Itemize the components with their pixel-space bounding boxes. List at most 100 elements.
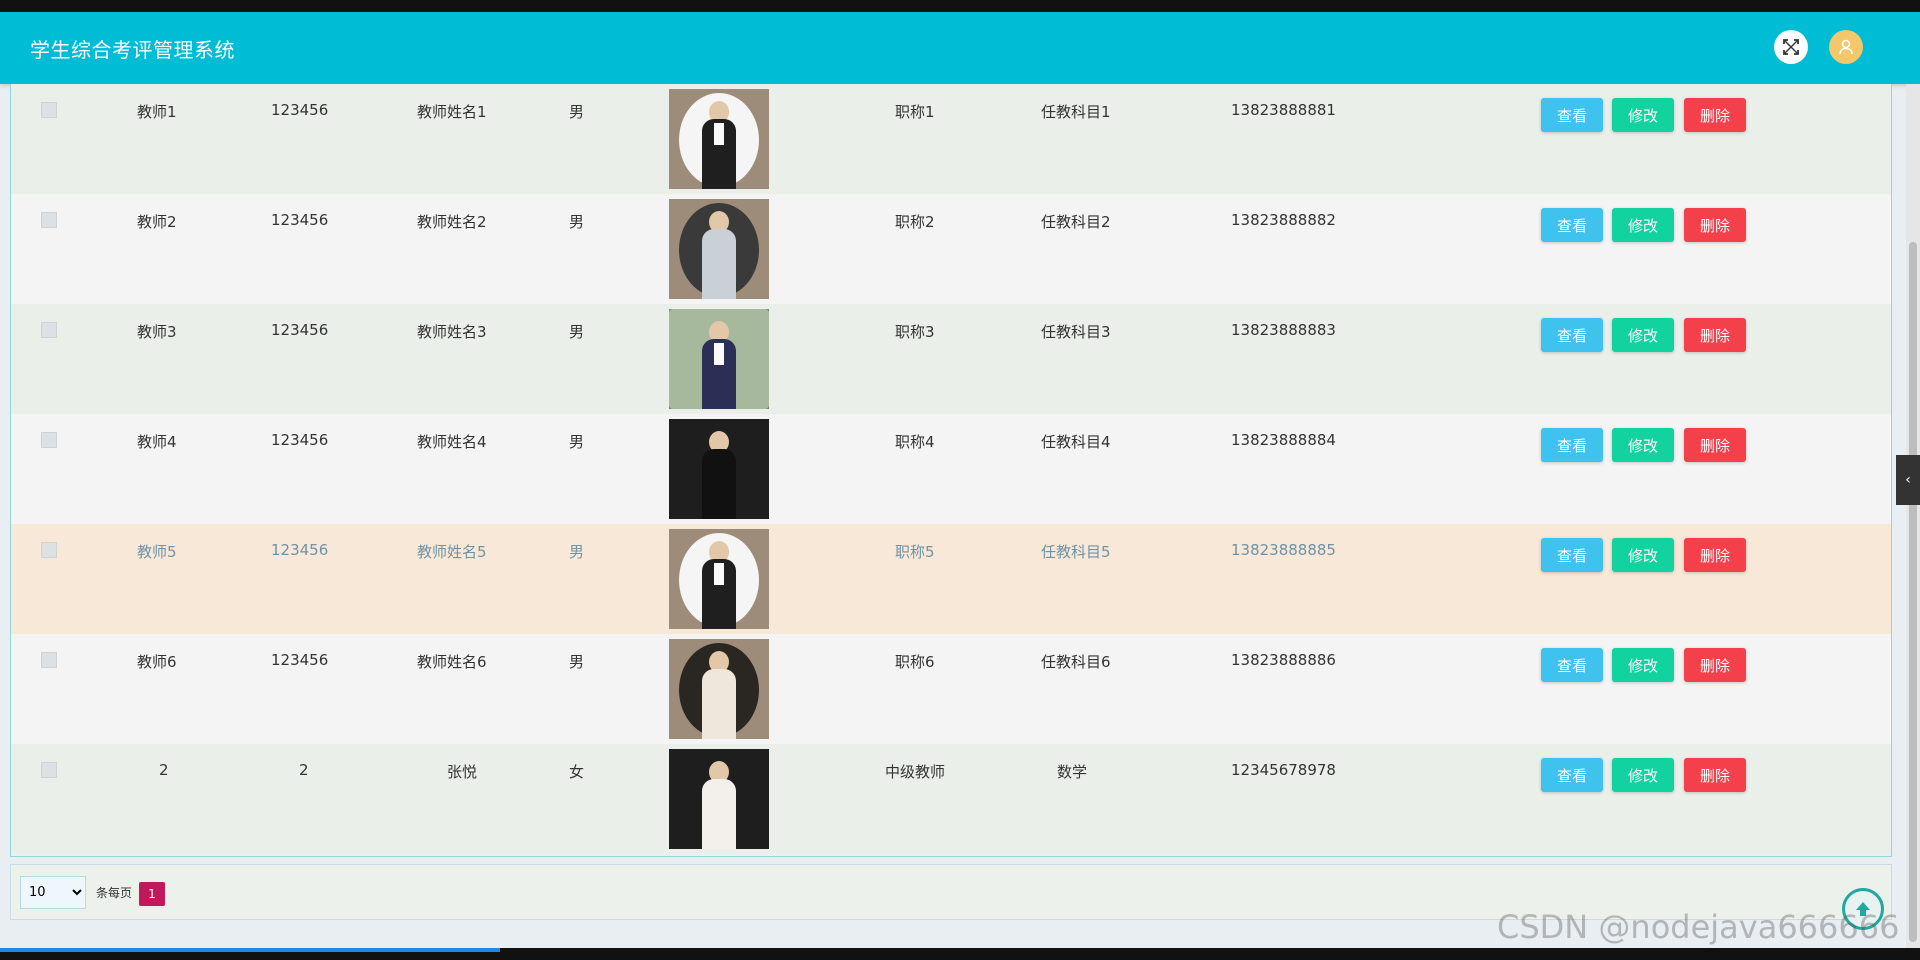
delete-button[interactable]: 删除	[1684, 538, 1746, 572]
view-button[interactable]: 查看	[1541, 648, 1603, 682]
scrollbar-thumb[interactable]	[1909, 242, 1917, 942]
cell-password: 123456	[271, 431, 329, 449]
table-row: 教师1 123456 教师姓名1 男 职称1 任教科目1 13823888881…	[11, 84, 1891, 194]
cell-phone: 13823888882	[1231, 211, 1336, 229]
delete-button[interactable]: 删除	[1684, 758, 1746, 792]
teacher-photo	[669, 749, 769, 849]
teacher-photo	[669, 89, 769, 189]
edit-button[interactable]: 修改	[1612, 648, 1674, 682]
cell-subject: 任教科目2	[1041, 213, 1111, 231]
cell-password: 123456	[271, 321, 329, 339]
expand-icon	[1783, 39, 1799, 55]
cell-account: 教师5	[137, 543, 177, 561]
user-avatar-button[interactable]	[1829, 30, 1863, 64]
cell-subject: 任教科目5	[1041, 543, 1111, 561]
delete-button[interactable]: 删除	[1684, 648, 1746, 682]
cell-gender: 男	[569, 543, 585, 561]
page-scrollbar[interactable]	[1906, 84, 1920, 960]
cell-password: 123456	[271, 211, 329, 229]
edit-button[interactable]: 修改	[1612, 758, 1674, 792]
row-checkbox[interactable]	[41, 652, 57, 668]
table-row: 教师2 123456 教师姓名2 男 职称2 任教科目2 13823888882…	[11, 194, 1891, 304]
page-number-button[interactable]: 1	[139, 882, 165, 906]
cell-account: 教师4	[137, 433, 177, 451]
cell-subject: 任教科目6	[1041, 653, 1111, 671]
cell-title: 职称3	[895, 323, 935, 341]
view-button[interactable]: 查看	[1541, 208, 1603, 242]
view-button[interactable]: 查看	[1541, 98, 1603, 132]
progress-strip	[0, 948, 500, 952]
row-checkbox[interactable]	[41, 102, 57, 118]
cell-title: 职称1	[895, 103, 935, 121]
cell-password: 123456	[271, 541, 329, 559]
user-icon	[1839, 39, 1853, 55]
view-button[interactable]: 查看	[1541, 428, 1603, 462]
cell-title: 职称4	[895, 433, 935, 451]
cell-title: 中级教师	[885, 763, 946, 781]
row-checkbox[interactable]	[41, 322, 57, 338]
cell-name: 张悦	[447, 763, 478, 781]
table-row: 教师5 123456 教师姓名5 男 职称5 任教科目5 13823888885…	[11, 524, 1891, 634]
cell-gender: 男	[569, 103, 585, 121]
cell-account: 教师3	[137, 323, 177, 341]
delete-button[interactable]: 删除	[1684, 318, 1746, 352]
delete-button[interactable]: 删除	[1684, 98, 1746, 132]
cell-name: 教师姓名5	[417, 543, 487, 561]
table-row: 教师3 123456 教师姓名3 男 职称3 任教科目3 13823888883…	[11, 304, 1891, 414]
cell-name: 教师姓名3	[417, 323, 487, 341]
fullscreen-button[interactable]	[1774, 30, 1808, 64]
cell-subject: 任教科目1	[1041, 103, 1111, 121]
app-header: 学生综合考评管理系统	[0, 12, 1920, 84]
watermark: CSDN @nodejava666666	[1497, 908, 1900, 946]
cell-gender: 男	[569, 433, 585, 451]
page-size-select[interactable]: 10	[20, 876, 86, 909]
per-page-label: 条每页	[96, 886, 133, 900]
cell-password: 2	[299, 761, 309, 779]
edit-button[interactable]: 修改	[1612, 538, 1674, 572]
edit-button[interactable]: 修改	[1612, 98, 1674, 132]
delete-button[interactable]: 删除	[1684, 428, 1746, 462]
view-button[interactable]: 查看	[1541, 538, 1603, 572]
table-row: 2 2 张悦 女 中级教师 数学 12345678978 查看 修改 删除	[11, 744, 1891, 854]
teacher-photo	[669, 639, 769, 739]
cell-gender: 女	[569, 763, 585, 781]
delete-button[interactable]: 删除	[1684, 208, 1746, 242]
table-row: 教师6 123456 教师姓名6 男 职称6 任教科目6 13823888886…	[11, 634, 1891, 744]
row-checkbox[interactable]	[41, 762, 57, 778]
cell-phone: 13823888886	[1231, 651, 1336, 669]
edit-button[interactable]: 修改	[1612, 208, 1674, 242]
teacher-photo	[669, 309, 769, 409]
row-checkbox[interactable]	[41, 542, 57, 558]
cell-subject: 任教科目3	[1041, 323, 1111, 341]
cell-phone: 13823888883	[1231, 321, 1336, 339]
cell-subject: 任教科目4	[1041, 433, 1111, 451]
view-button[interactable]: 查看	[1541, 318, 1603, 352]
cell-name: 教师姓名6	[417, 653, 487, 671]
view-button[interactable]: 查看	[1541, 758, 1603, 792]
edit-button[interactable]: 修改	[1612, 318, 1674, 352]
cell-phone: 13823888881	[1231, 101, 1336, 119]
cell-title: 职称5	[895, 543, 935, 561]
cell-phone: 13823888884	[1231, 431, 1336, 449]
cell-name: 教师姓名4	[417, 433, 487, 451]
row-checkbox[interactable]	[41, 212, 57, 228]
cell-account: 教师6	[137, 653, 177, 671]
edit-button[interactable]: 修改	[1612, 428, 1674, 462]
cell-name: 教师姓名1	[417, 103, 487, 121]
cell-gender: 男	[569, 653, 585, 671]
side-panel-toggle[interactable]: ‹	[1896, 455, 1920, 505]
app-title: 学生综合考评管理系统	[30, 38, 235, 62]
teacher-photo	[669, 529, 769, 629]
teacher-photo	[669, 419, 769, 519]
cell-password: 123456	[271, 101, 329, 119]
cell-gender: 男	[569, 213, 585, 231]
row-checkbox[interactable]	[41, 432, 57, 448]
cell-name: 教师姓名2	[417, 213, 487, 231]
cell-phone: 13823888885	[1231, 541, 1336, 559]
cell-account: 教师2	[137, 213, 177, 231]
cell-subject: 数学	[1057, 763, 1088, 781]
cell-phone: 12345678978	[1231, 761, 1336, 779]
teacher-table: 教师1 123456 教师姓名1 男 职称1 任教科目1 13823888881…	[10, 84, 1892, 857]
teacher-photo	[669, 199, 769, 299]
chevron-left-icon: ‹	[1905, 472, 1911, 488]
